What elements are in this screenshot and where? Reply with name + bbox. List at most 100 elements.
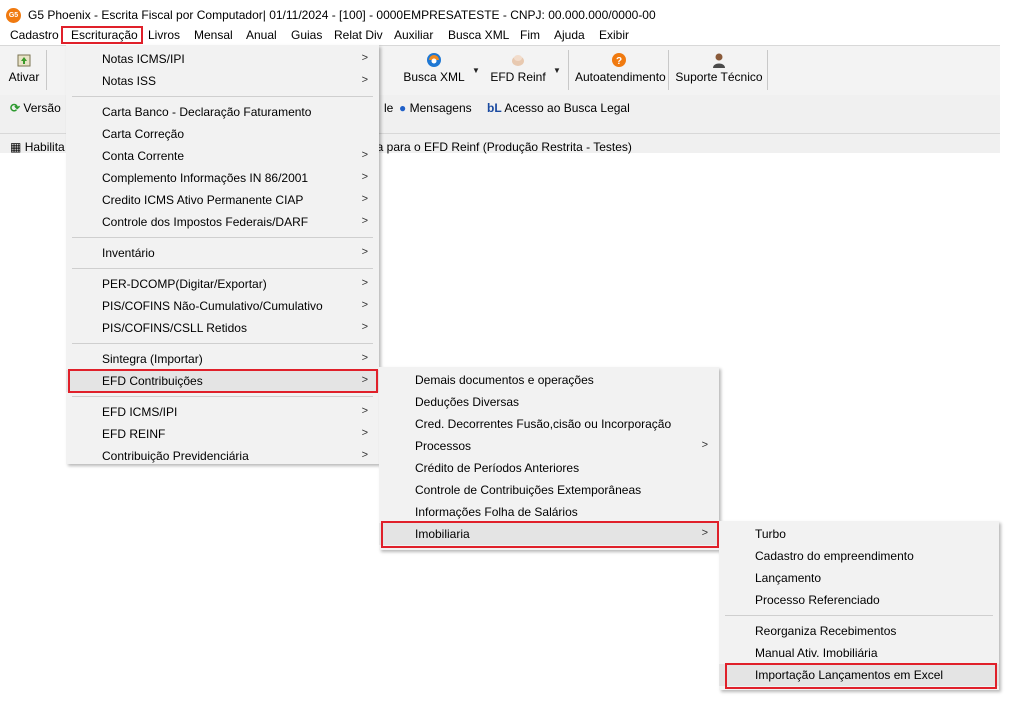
busca-xml-button[interactable]: Busca XML: [402, 50, 466, 92]
efd-reinf-dropdown-icon[interactable]: ▼: [553, 66, 561, 75]
menu-separator: [72, 268, 373, 269]
support-person-icon: [713, 53, 725, 68]
habilita-button[interactable]: ▦ Habilita: [10, 140, 65, 154]
chevron-right-icon: >: [361, 405, 368, 417]
menu-separator: [72, 343, 373, 344]
menu-item-cred-decorrentes-fusao[interactable]: Cred. Decorrentes Fusão,cisão ou Incorpo…: [379, 413, 719, 435]
autoatendimento-button[interactable]: ? Autoatendimento: [575, 50, 666, 92]
menu-item-pis-cofins-cumulativo[interactable]: PIS/COFINS Não-Cumulativo/Cumulativo >: [66, 295, 379, 317]
menu-item-label: Demais documentos e operações: [415, 373, 594, 387]
efd-reinf-button[interactable]: EFD Reinf: [489, 50, 547, 92]
menu-item-label: EFD ICMS/IPI: [102, 405, 178, 419]
menu-separator: [72, 396, 373, 397]
refresh-icon: ⟳: [10, 101, 21, 115]
menu-item-efd-reinf[interactable]: EFD REINF >: [66, 423, 379, 445]
menu-item-contribuicao-previdenciaria[interactable]: Contribuição Previdenciária >: [66, 445, 379, 467]
mensagens-button[interactable]: ● Mensagens: [399, 101, 472, 115]
autoatendimento-label: Autoatendimento: [575, 70, 666, 84]
menu-exibir[interactable]: Exibir: [599, 28, 629, 43]
ativar-button[interactable]: Ativar: [6, 50, 42, 92]
menu-fim[interactable]: Fim: [520, 28, 540, 43]
busca-xml-dropdown-icon[interactable]: ▼: [472, 66, 480, 75]
acesso-busca-legal-label: Acesso ao Busca Legal: [504, 101, 630, 115]
efd-contribuicoes-highlight: [68, 369, 378, 393]
chevron-right-icon: >: [701, 439, 708, 451]
menu-item-label: Processo Referenciado: [755, 593, 880, 607]
menu-item-conta-corrente[interactable]: Conta Corrente >: [66, 145, 379, 167]
menu-item-label: PER-DCOMP(Digitar/Exportar): [102, 277, 267, 291]
menu-item-lancamento[interactable]: Lançamento: [719, 567, 999, 589]
acesso-busca-legal-button[interactable]: bL Acesso ao Busca Legal: [487, 101, 630, 115]
menu-mensal[interactable]: Mensal: [194, 28, 233, 43]
menu-item-label: Controle de Contribuições Extemporâneas: [415, 483, 642, 497]
menu-item-efd-icms-ipi[interactable]: EFD ICMS/IPI >: [66, 401, 379, 423]
menu-item-label: Conta Corrente: [102, 149, 185, 163]
menu-item-credito-periodos-anteriores[interactable]: Crédito de Períodos Anteriores: [379, 457, 719, 479]
menu-item-complemento-informacoes[interactable]: Complemento Informações IN 86/2001 >: [66, 167, 379, 189]
chevron-right-icon: >: [361, 427, 368, 439]
chevron-right-icon: >: [361, 74, 368, 86]
suporte-tecnico-button[interactable]: Suporte Técnico: [675, 50, 763, 92]
menu-item-processo-referenciado[interactable]: Processo Referenciado: [719, 589, 999, 611]
menu-item-controle-contribuicoes-extemporaneas[interactable]: Controle de Contribuições Extemporâneas: [379, 479, 719, 501]
chevron-right-icon: >: [361, 449, 368, 461]
menu-item-credito-icms-ciap[interactable]: Credito ICMS Ativo Permanente CIAP >: [66, 189, 379, 211]
messages-icon: ●: [399, 101, 407, 115]
toolbar-separator: [568, 50, 569, 90]
imobiliaria-submenu: Turbo Cadastro do empreendimento Lançame…: [719, 521, 999, 690]
versao-label: Versão: [23, 101, 61, 115]
mensagens-label: Mensagens: [409, 101, 472, 115]
svg-text:?: ?: [616, 56, 622, 67]
menu-item-label: Deduções Diversas: [415, 395, 520, 409]
menu-item-demais-documentos[interactable]: Demais documentos e operações: [379, 369, 719, 391]
chevron-right-icon: >: [361, 321, 368, 333]
menu-item-label: Contribuição Previdenciária: [102, 449, 249, 463]
menu-item-inventario[interactable]: Inventário >: [66, 242, 379, 264]
escrituracao-dropdown-menu: Notas ICMS/IPI > Notas ISS > Carta Banco -…: [66, 45, 379, 464]
menu-item-label: Processos: [415, 439, 472, 453]
suporte-tecnico-label: Suporte Técnico: [675, 70, 763, 84]
menu-item-manual-ativ-imobiliaria[interactable]: Manual Ativ. Imobiliária: [719, 642, 999, 664]
efd-reinf-icon: [512, 55, 524, 66]
menu-item-pis-cofins-csll-retidos[interactable]: PIS/COFINS/CSLL Retidos >: [66, 317, 379, 339]
menu-item-turbo[interactable]: Turbo: [719, 523, 999, 545]
menu-cadastro[interactable]: Cadastro: [10, 28, 59, 43]
menu-bar: Cadastro Escrituração Livros Mensal Anua…: [0, 26, 1000, 45]
menu-auxiliar[interactable]: Auxiliar: [394, 28, 433, 43]
menu-item-cadastro-empreendimento[interactable]: Cadastro do empreendimento: [719, 545, 999, 567]
menu-item-processos[interactable]: Processos >: [379, 435, 719, 457]
versao-button[interactable]: ⟳ Versão: [10, 101, 61, 115]
menu-item-deducoes-diversas[interactable]: Deduções Diversas: [379, 391, 719, 413]
menu-anual[interactable]: Anual: [246, 28, 277, 43]
ativar-label: Ativar: [8, 70, 40, 84]
menu-item-label: Turbo: [755, 527, 786, 541]
menu-item-label: Complemento Informações IN 86/2001: [102, 171, 309, 185]
ativar-icon: [17, 54, 31, 67]
menu-guias[interactable]: Guias: [291, 28, 322, 43]
partial-toolbar-label[interactable]: le: [384, 101, 393, 115]
menu-item-sintegra[interactable]: Sintegra (Importar) >: [66, 348, 379, 370]
menu-item-notas-icms-ipi[interactable]: Notas ICMS/IPI >: [66, 48, 379, 70]
window-title: G5 Phoenix - Escrita Fiscal por Computad…: [28, 8, 656, 22]
menu-busca-xml[interactable]: Busca XML: [448, 28, 509, 43]
chevron-right-icon: >: [361, 149, 368, 161]
menu-item-reorganiza-recebimentos[interactable]: Reorganiza Recebimentos: [719, 620, 999, 642]
menu-item-label: Carta Correção: [102, 127, 185, 141]
building-icon: ▦: [10, 140, 22, 154]
menu-item-carta-correcao[interactable]: Carta Correção: [66, 123, 379, 145]
menu-item-controle-impostos-darf[interactable]: Controle dos Impostos Federais/DARF >: [66, 211, 379, 233]
menu-item-per-dcomp[interactable]: PER-DCOMP(Digitar/Exportar) >: [66, 273, 379, 295]
menu-item-notas-iss[interactable]: Notas ISS >: [66, 70, 379, 92]
menu-escrituracao-highlight: [61, 26, 143, 44]
menu-livros[interactable]: Livros: [148, 28, 180, 43]
menu-item-label: Notas ISS: [102, 74, 157, 88]
menu-ajuda[interactable]: Ajuda: [554, 28, 585, 43]
habilita-label: Habilita: [24, 140, 65, 154]
menu-item-carta-banco[interactable]: Carta Banco - Declaração Faturamento: [66, 101, 379, 123]
menu-item-informacoes-folha-salarios[interactable]: Informações Folha de Salários: [379, 501, 719, 523]
app-logo-icon: G5: [6, 8, 21, 23]
menu-item-label: Reorganiza Recebimentos: [755, 624, 897, 638]
efd-contribuicoes-submenu: Demais documentos e operações Deduções D…: [379, 367, 719, 550]
busca-xml-icon: [427, 53, 441, 67]
menu-relat-div[interactable]: Relat Div: [334, 28, 383, 43]
